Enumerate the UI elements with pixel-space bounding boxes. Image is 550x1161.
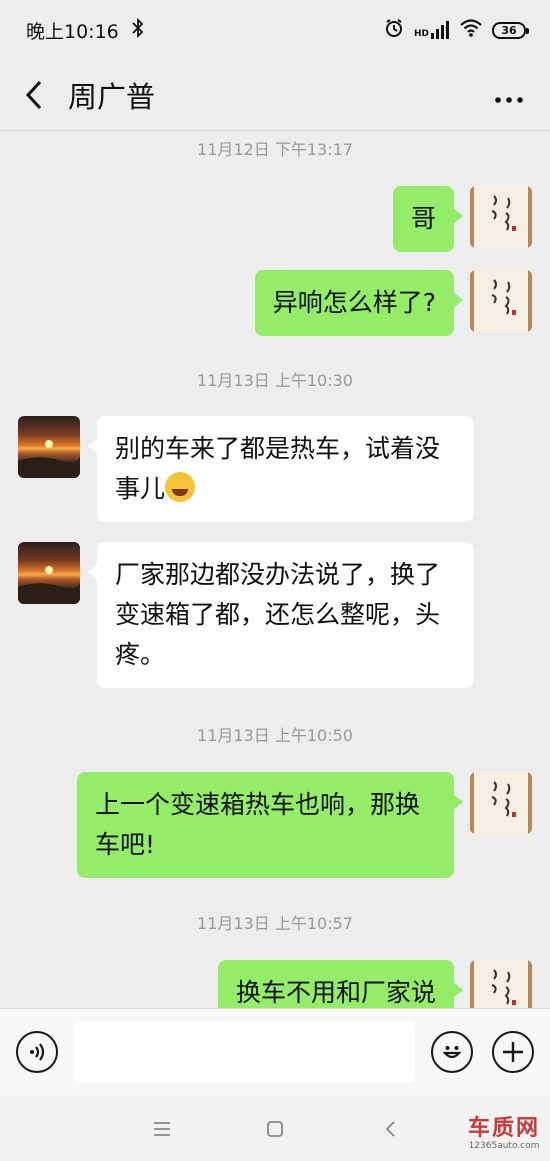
message-text: 别的车来了都是热车，试着没事儿 [115, 434, 441, 503]
message-list[interactable]: 11月12日 下午13:17 哥 异响怎么样了? 11月13日 上午10:30 … [0, 131, 550, 1008]
calligraphy-avatar-image [491, 969, 516, 1005]
incoming-message[interactable]: 厂家那边都没办法说了，换了变速箱了都，还怎么整呢，头疼。 [88, 542, 474, 688]
contact-avatar[interactable] [18, 542, 80, 604]
emoji-icon [442, 1046, 462, 1059]
timestamp: 11月12日 下午13:17 [197, 140, 353, 159]
back-nav-button[interactable] [376, 1114, 406, 1144]
wifi-icon [460, 18, 482, 42]
hd-label: HD [413, 29, 429, 39]
more-functions-button[interactable] [492, 1031, 534, 1073]
plus-icon [503, 1042, 523, 1062]
battery-icon: 36 [492, 21, 529, 39]
contact-avatar[interactable] [18, 416, 80, 478]
sunset-avatar-image [18, 440, 80, 478]
more-options-button[interactable] [494, 85, 524, 105]
menu-nav-button[interactable] [147, 1114, 177, 1144]
self-avatar[interactable] [470, 186, 532, 248]
self-avatar[interactable] [470, 960, 532, 1008]
calligraphy-avatar-image [491, 781, 516, 817]
message-input[interactable] [74, 1022, 415, 1082]
chat-title: 周广普 [68, 80, 156, 114]
chevron-left-icon [25, 80, 42, 110]
watermark-title: 车质网 [467, 1116, 540, 1141]
timestamp: 11月13日 上午10:30 [197, 371, 353, 390]
calligraphy-avatar-image [491, 195, 516, 231]
self-avatar[interactable] [470, 270, 532, 332]
more-icon [495, 97, 523, 103]
timestamp: 11月13日 上午10:50 [197, 726, 353, 745]
self-avatar[interactable] [470, 772, 532, 834]
incoming-message[interactable]: 别的车来了都是热车，试着没事儿 [88, 416, 474, 522]
menu-icon [154, 1122, 170, 1136]
sunset-avatar-image [18, 566, 80, 604]
status-bar: 晚上10:16 HD 36 [0, 0, 550, 60]
timestamp: 11月13日 上午10:57 [197, 914, 353, 933]
status-time: 晚上10:16 [26, 20, 119, 43]
signal-icon: HD [414, 21, 450, 39]
outgoing-message[interactable]: 上一个变速箱热车也响，那换车吧! [77, 772, 463, 878]
watermark-url: 12365auto.com [468, 1141, 540, 1151]
bluetooth-icon [131, 17, 145, 43]
outgoing-message[interactable]: 换车不用和厂家说 [217, 960, 464, 1008]
calligraphy-avatar-image [491, 279, 516, 315]
watermark-logo: 车质网 12365auto.com [468, 1118, 540, 1151]
chat-header: 周广普 [0, 60, 550, 130]
home-icon [267, 1121, 283, 1137]
outgoing-message[interactable]: 哥 [392, 186, 464, 252]
voice-icon [30, 1043, 45, 1061]
outgoing-message[interactable]: 异响怎么样了? [254, 270, 464, 336]
voice-button[interactable] [16, 1031, 58, 1073]
home-nav-button[interactable] [260, 1114, 290, 1144]
input-bar [0, 1008, 550, 1096]
back-button[interactable] [18, 75, 50, 115]
emoji-button[interactable] [431, 1031, 473, 1073]
crying-laughing-emoji-icon [165, 472, 196, 502]
back-icon [385, 1121, 395, 1137]
alarm-icon [384, 18, 404, 43]
